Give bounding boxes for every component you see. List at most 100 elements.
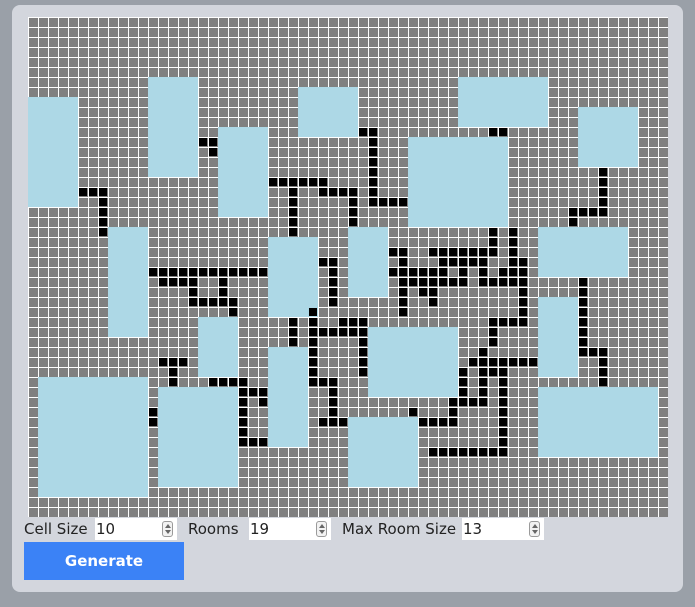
corridor-cell (169, 358, 177, 366)
room (458, 77, 548, 127)
corridor-cell (309, 328, 317, 336)
corridor-cell (99, 208, 107, 216)
corridor-cell (309, 318, 317, 326)
corridor-cell (369, 138, 377, 146)
corridor-cell (239, 418, 247, 426)
corridor-cell (379, 198, 387, 206)
corridor-cell (99, 218, 107, 226)
corridor-cell (519, 268, 527, 276)
spinner-icon[interactable] (316, 521, 327, 537)
corridor-cell (599, 208, 607, 216)
corridor-cell (309, 368, 317, 376)
room (408, 137, 508, 227)
corridor-cell (469, 358, 477, 366)
corridor-cell (469, 448, 477, 456)
corridor-cell (429, 448, 437, 456)
corridor-cell (339, 418, 347, 426)
corridor-cell (499, 128, 507, 136)
corridor-cell (579, 288, 587, 296)
corridor-cell (479, 448, 487, 456)
corridor-cell (429, 248, 437, 256)
corridor-cell (459, 248, 467, 256)
room (578, 107, 638, 167)
corridor-cell (339, 328, 347, 336)
corridor-cell (519, 298, 527, 306)
corridor-cell (489, 238, 497, 246)
corridor-cell (309, 378, 317, 386)
corridor-cell (359, 368, 367, 376)
corridor-cell (189, 288, 197, 296)
rooms-value: 19 (250, 520, 270, 538)
rooms-input[interactable]: 19 (249, 518, 331, 540)
rooms-label: Rooms (188, 520, 239, 538)
corridor-cell (589, 208, 597, 216)
corridor-cell (329, 398, 337, 406)
corridor-cell (329, 328, 337, 336)
corridor-cell (409, 268, 417, 276)
corridor-cell (329, 258, 337, 266)
corridor-cell (359, 338, 367, 346)
corridor-cell (349, 328, 357, 336)
corridor-cell (429, 288, 437, 296)
room (538, 297, 578, 377)
corridor-cell (309, 178, 317, 186)
max-room-size-input[interactable]: 13 (462, 518, 544, 540)
corridor-cell (369, 198, 377, 206)
corridor-cell (599, 188, 607, 196)
corridor-cell (399, 278, 407, 286)
corridor-cell (239, 378, 247, 386)
corridor-cell (219, 288, 227, 296)
corridor-cell (499, 398, 507, 406)
corridor-cell (149, 418, 157, 426)
corridor-cell (159, 268, 167, 276)
spinner-icon[interactable] (529, 521, 540, 537)
corridor-cell (439, 258, 447, 266)
corridor-cell (329, 288, 337, 296)
corridor-cell (369, 158, 377, 166)
corridor-cell (479, 388, 487, 396)
generate-button[interactable]: Generate (24, 542, 184, 580)
room (268, 237, 318, 317)
corridor-cell (99, 188, 107, 196)
corridor-cell (519, 358, 527, 366)
corridor-cell (519, 318, 527, 326)
room (218, 127, 268, 217)
corridor-cell (449, 418, 457, 426)
spinner-icon[interactable] (162, 521, 173, 537)
corridor-cell (509, 258, 517, 266)
corridor-cell (289, 328, 297, 336)
corridor-cell (509, 268, 517, 276)
corridor-cell (469, 258, 477, 266)
cell-size-input[interactable]: 10 (95, 518, 177, 540)
corridor-cell (499, 358, 507, 366)
corridor-cell (519, 278, 527, 286)
corridor-cell (489, 328, 497, 336)
corridor-cell (399, 308, 407, 316)
corridor-cell (339, 318, 347, 326)
room (368, 327, 458, 397)
corridor-cell (259, 388, 267, 396)
corridor-cell (179, 278, 187, 286)
corridor-cell (179, 268, 187, 276)
corridor-cell (599, 368, 607, 376)
corridor-cell (359, 348, 367, 356)
corridor-cell (509, 318, 517, 326)
corridor-cell (79, 188, 87, 196)
corridor-cell (319, 258, 327, 266)
corridor-cell (419, 278, 427, 286)
corridor-cell (429, 418, 437, 426)
corridor-cell (149, 408, 157, 416)
corridor-cell (329, 298, 337, 306)
corridor-cell (569, 208, 577, 216)
corridor-cell (269, 178, 277, 186)
corridor-cell (479, 358, 487, 366)
corridor-cell (259, 438, 267, 446)
corridor-cell (479, 378, 487, 386)
corridor-cell (229, 268, 237, 276)
corridor-cell (319, 378, 327, 386)
corridor-cell (399, 198, 407, 206)
corridor-cell (329, 388, 337, 396)
corridor-cell (509, 228, 517, 236)
corridor-cell (579, 298, 587, 306)
room (158, 387, 238, 487)
